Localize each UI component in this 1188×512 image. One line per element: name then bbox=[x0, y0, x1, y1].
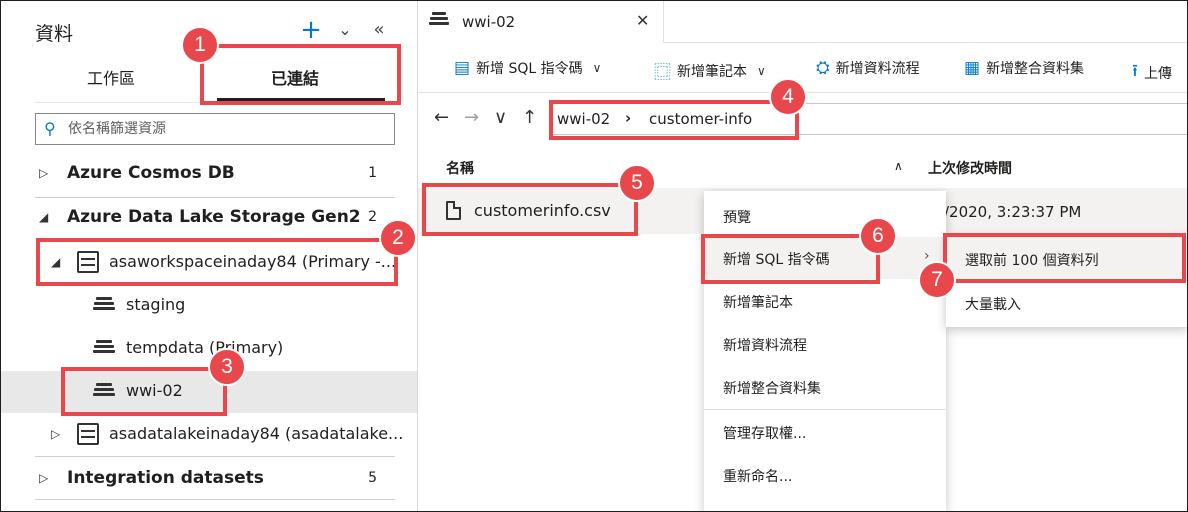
callout-box-3 bbox=[61, 367, 227, 416]
callout-box-2 bbox=[36, 238, 398, 286]
caret-down-icon[interactable]: ◢ bbox=[39, 210, 48, 224]
column-header-modified[interactable]: 上次修改時間 bbox=[928, 158, 1012, 178]
new-notebook-button[interactable]: ⿴ 新增筆記本 ∨ bbox=[654, 58, 766, 83]
callout-badge-7: 7 bbox=[918, 261, 956, 299]
toolbar-label: 新增資料流程 bbox=[835, 61, 920, 77]
double-chevron-left-icon[interactable]: « bbox=[367, 15, 391, 45]
file-modified: /2020, 3:23:37 PM bbox=[944, 203, 1082, 221]
menu-item-label: 新增整合資料集 bbox=[723, 381, 821, 397]
tab-wwi-02[interactable]: wwi-02 ✕ bbox=[418, 1, 664, 43]
tree-item-datalake-account[interactable]: ▷ asadatalakeinaday84 (asadatalake... bbox=[1, 414, 417, 456]
close-icon[interactable]: ✕ bbox=[636, 11, 649, 30]
new-dataflow-button[interactable]: ⛭ 新增資料流程 bbox=[816, 58, 920, 78]
tree-item-label: staging bbox=[126, 295, 186, 314]
app-window: 資料 + ⌄ « 工作區 已連結 ⚲ ▷ Azure Cosmos DB 1 ◢… bbox=[0, 0, 1188, 512]
container-icon bbox=[93, 297, 115, 313]
back-arrow-icon[interactable]: ← bbox=[434, 107, 449, 128]
divider bbox=[35, 456, 395, 457]
menu-item-manage-access[interactable]: 管理存取權... bbox=[704, 411, 946, 453]
chevron-down-icon[interactable]: ∨ bbox=[757, 64, 766, 78]
tree-group-count: 1 bbox=[368, 165, 377, 181]
menu-item-new-notebook[interactable]: 新增筆記本 bbox=[704, 280, 946, 322]
up-arrow-icon[interactable]: ↑ bbox=[522, 107, 537, 128]
divider bbox=[664, 42, 1187, 43]
table-icon: ▦ bbox=[964, 58, 981, 78]
tab-workspace[interactable]: 工作區 bbox=[87, 65, 135, 89]
tree-group-label: Integration datasets bbox=[67, 468, 264, 488]
menu-item-label: 新增資料流程 bbox=[723, 338, 807, 354]
menu-item-label: 重新命名... bbox=[723, 469, 793, 485]
tree-group-count: 5 bbox=[368, 470, 377, 486]
storage-account-icon bbox=[77, 423, 99, 445]
script-icon: ▤ bbox=[454, 58, 471, 78]
notebook-icon: ⿴ bbox=[654, 63, 671, 83]
tree-item-label: tempdata (Primary) bbox=[126, 338, 284, 357]
toolbar-label: 新增筆記本 bbox=[677, 63, 747, 80]
tree-item-label: asadatalakeinaday84 (asadatalake... bbox=[109, 424, 404, 443]
tab-label: wwi-02 bbox=[462, 13, 516, 31]
menu-item-preview[interactable]: 預覽 bbox=[704, 195, 946, 237]
callout-badge-1: 1 bbox=[181, 26, 219, 64]
dataflow-icon: ⛭ bbox=[816, 58, 830, 78]
forward-arrow-icon[interactable]: → bbox=[464, 107, 479, 128]
double-chevron-down-icon[interactable]: ⌄ bbox=[333, 15, 357, 45]
container-icon bbox=[93, 340, 115, 356]
callout-badge-5: 5 bbox=[618, 164, 656, 202]
callout-badge-2: 2 bbox=[379, 219, 417, 257]
menu-item-new-dataset[interactable]: 新增整合資料集 bbox=[704, 366, 946, 408]
upload-button[interactable]: ⭱ 上傳 bbox=[1132, 58, 1172, 87]
menu-divider bbox=[704, 409, 946, 410]
tree-group-label: Azure Data Lake Storage Gen2 bbox=[67, 207, 361, 227]
callout-box-5 bbox=[422, 183, 638, 236]
submenu-item-bulk-load[interactable]: 大量載入 bbox=[946, 281, 1187, 325]
menu-item-label: 管理存取權... bbox=[723, 426, 807, 442]
menu-item-label: 預覽 bbox=[723, 210, 751, 226]
caret-right-icon[interactable]: ▷ bbox=[39, 471, 48, 485]
filter-input[interactable] bbox=[68, 118, 388, 140]
callout-box-6 bbox=[701, 234, 880, 284]
callout-badge-6: 6 bbox=[859, 217, 897, 255]
toolbar-label: 上傳 bbox=[1143, 65, 1172, 82]
divider bbox=[35, 499, 395, 500]
tree-group-cosmos[interactable]: ▷ Azure Cosmos DB 1 bbox=[1, 153, 417, 195]
menu-item-label: 新增筆記本 bbox=[723, 295, 793, 311]
menu-item-rename[interactable]: 重新命名... bbox=[704, 454, 946, 496]
tree-group-label: Azure Cosmos DB bbox=[67, 163, 235, 183]
caret-right-icon[interactable]: ▷ bbox=[51, 427, 60, 441]
upload-icon: ⭱ bbox=[1132, 61, 1138, 81]
filter-box[interactable]: ⚲ bbox=[35, 113, 395, 145]
tree-group-count: 2 bbox=[368, 209, 377, 225]
callout-box-1 bbox=[200, 44, 401, 105]
tree-group-integration[interactable]: ▷ Integration datasets 5 bbox=[1, 458, 417, 500]
new-sql-script-button[interactable]: ▤ 新增 SQL 指令碼 ∨ bbox=[454, 58, 601, 78]
tree-item-staging[interactable]: staging bbox=[1, 285, 417, 327]
menu-item-label: 大量載入 bbox=[965, 297, 1021, 313]
callout-box-4 bbox=[549, 100, 799, 140]
chevron-down-icon[interactable]: ∨ bbox=[593, 61, 602, 75]
sort-ascending-icon[interactable]: ∧ bbox=[894, 159, 903, 173]
column-header-name[interactable]: 名稱 bbox=[446, 158, 474, 178]
toolbar-label: 新增 SQL 指令碼 bbox=[476, 61, 583, 77]
search-icon: ⚲ bbox=[44, 119, 56, 138]
new-dataset-button[interactable]: ▦ 新增整合資料集 bbox=[964, 58, 1084, 78]
tree-group-adls[interactable]: ◢ Azure Data Lake Storage Gen2 2 bbox=[1, 197, 417, 239]
panel-title: 資料 bbox=[35, 23, 74, 45]
callout-box-7 bbox=[943, 233, 1186, 283]
toolbar-label: 新增整合資料集 bbox=[986, 61, 1085, 77]
chevron-down-icon[interactable]: ∨ bbox=[494, 107, 507, 128]
menu-item-new-dataflow[interactable]: 新增資料流程 bbox=[704, 323, 946, 365]
callout-badge-3: 3 bbox=[208, 348, 246, 386]
plus-icon[interactable]: + bbox=[299, 15, 323, 45]
container-icon bbox=[429, 12, 449, 28]
callout-badge-4: 4 bbox=[769, 78, 807, 116]
caret-right-icon[interactable]: ▷ bbox=[39, 166, 48, 180]
